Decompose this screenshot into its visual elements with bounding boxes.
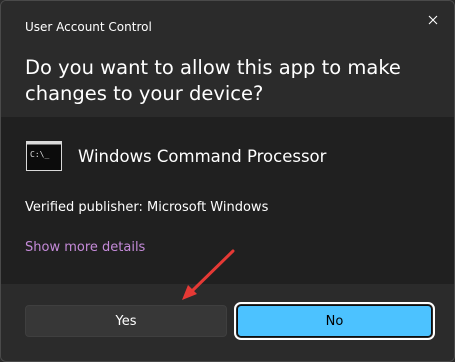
uac-dialog: User Account Control Do you want to allo…: [0, 0, 455, 362]
command-prompt-icon: C:\_: [26, 141, 62, 171]
yes-button[interactable]: Yes: [25, 305, 227, 337]
dialog-footer: Yes No: [1, 284, 454, 361]
no-button[interactable]: No: [234, 302, 435, 340]
dialog-header: User Account Control Do you want to allo…: [1, 1, 454, 117]
prompt-question: Do you want to allow this app to make ch…: [25, 56, 401, 105]
dialog-body: C:\_ Windows Command Processor Verified …: [1, 117, 454, 284]
show-more-details-link[interactable]: Show more details: [25, 240, 145, 255]
close-button[interactable]: [422, 9, 444, 31]
app-name: Windows Command Processor: [78, 147, 327, 166]
publisher-info: Verified publisher: Microsoft Windows: [25, 200, 269, 215]
command-prompt-icon-text: C:\_: [30, 150, 49, 159]
window-title: User Account Control: [25, 20, 152, 34]
close-icon: [428, 15, 438, 25]
